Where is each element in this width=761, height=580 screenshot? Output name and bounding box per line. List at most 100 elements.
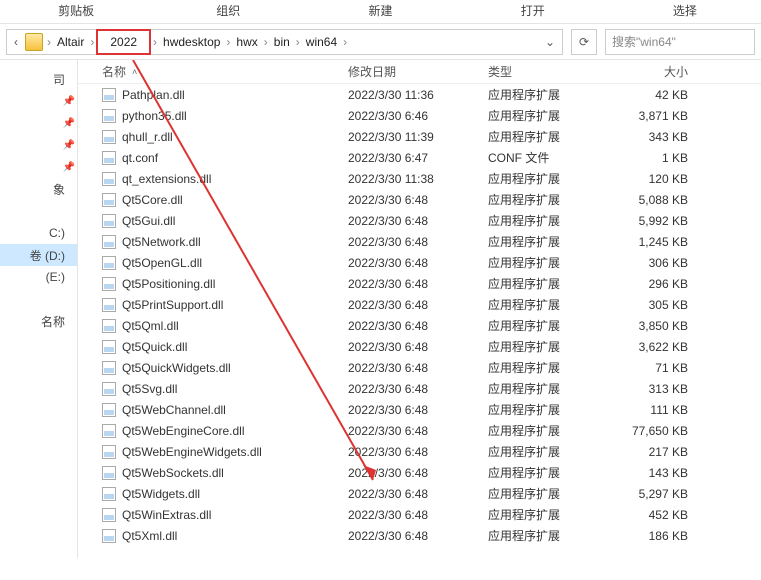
breadcrumb[interactable]: hwdesktop [159,35,224,49]
file-name: Qt5Network.dll [122,235,201,249]
table-row[interactable]: Qt5Quick.dll 2022/3/30 6:48 应用程序扩展 3,622… [78,336,761,357]
chevron-right-icon: › [151,35,159,49]
table-row[interactable]: qt.conf 2022/3/30 6:47 CONF 文件 1 KB [78,147,761,168]
file-date: 2022/3/30 11:38 [348,172,488,186]
col-type-header[interactable]: 类型 [488,63,608,80]
breadcrumb[interactable]: hwx [232,35,261,49]
nav-pane[interactable]: 司📌📌📌📌象C:)卷 (D:)(E:)名称 [0,60,78,558]
refresh-icon: ⟳ [579,35,589,49]
table-row[interactable]: Qt5Core.dll 2022/3/30 6:48 应用程序扩展 5,088 … [78,189,761,210]
col-name-header[interactable]: 名称 [102,63,126,80]
table-row[interactable]: qt_extensions.dll 2022/3/30 11:38 应用程序扩展… [78,168,761,189]
table-row[interactable]: Qt5Positioning.dll 2022/3/30 6:48 应用程序扩展… [78,273,761,294]
ribbon-tabs: 剪贴板组织新建打开选择 [0,0,761,24]
file-icon [102,529,116,543]
table-row[interactable]: Qt5Svg.dll 2022/3/30 6:48 应用程序扩展 313 KB [78,378,761,399]
file-type: 应用程序扩展 [488,275,608,292]
ribbon-tab[interactable]: 选择 [609,0,761,23]
file-date: 2022/3/30 6:48 [348,361,488,375]
nav-item[interactable]: (E:) [0,266,77,288]
file-size: 1 KB [608,151,708,165]
file-icon [102,508,116,522]
table-row[interactable]: Qt5Gui.dll 2022/3/30 6:48 应用程序扩展 5,992 K… [78,210,761,231]
table-row[interactable]: python35.dll 2022/3/30 6:46 应用程序扩展 3,871… [78,105,761,126]
table-row[interactable]: Qt5WebSockets.dll 2022/3/30 6:48 应用程序扩展 … [78,462,761,483]
file-type: 应用程序扩展 [488,191,608,208]
table-row[interactable]: Qt5QuickWidgets.dll 2022/3/30 6:48 应用程序扩… [78,357,761,378]
file-type: 应用程序扩展 [488,401,608,418]
file-icon [102,487,116,501]
file-icon [102,424,116,438]
file-type: 应用程序扩展 [488,443,608,460]
file-date: 2022/3/30 6:48 [348,193,488,207]
file-date: 2022/3/30 6:48 [348,487,488,501]
file-size: 296 KB [608,277,708,291]
table-row[interactable]: Qt5OpenGL.dll 2022/3/30 6:48 应用程序扩展 306 … [78,252,761,273]
table-row[interactable]: Qt5WebEngineWidgets.dll 2022/3/30 6:48 应… [78,441,761,462]
column-headers[interactable]: 名称 ˄ 修改日期 类型 大小 [78,60,761,84]
file-name: Qt5WebEngineCore.dll [122,424,245,438]
file-icon [102,277,116,291]
search-placeholder: 搜索"win64" [612,33,676,50]
file-type: 应用程序扩展 [488,464,608,481]
ribbon-tab[interactable]: 剪贴板 [0,0,152,23]
file-name: qhull_r.dll [122,130,173,144]
nav-item[interactable]: 📌 [0,156,77,178]
ribbon-tab[interactable]: 组织 [152,0,304,23]
file-name: Qt5PrintSupport.dll [122,298,223,312]
nav-item[interactable]: 📌 [0,134,77,156]
file-name: Qt5Svg.dll [122,382,177,396]
file-type: 应用程序扩展 [488,338,608,355]
sort-caret-icon: ˄ [132,67,137,77]
file-size: 305 KB [608,298,708,312]
file-name: qt_extensions.dll [122,172,211,186]
ribbon-tab[interactable]: 打开 [457,0,609,23]
nav-item[interactable] [0,200,77,222]
file-size: 1,245 KB [608,235,708,249]
table-row[interactable]: Qt5Network.dll 2022/3/30 6:48 应用程序扩展 1,2… [78,231,761,252]
refresh-button[interactable]: ⟳ [571,29,597,55]
nav-item[interactable]: C:) [0,222,77,244]
nav-item[interactable]: 名称 [0,310,77,332]
table-row[interactable]: Qt5WebEngineCore.dll 2022/3/30 6:48 应用程序… [78,420,761,441]
nav-item[interactable]: 卷 (D:) [0,244,77,266]
nav-item[interactable]: 📌 [0,90,77,112]
chevron-down-icon[interactable]: ⌄ [540,35,560,49]
nav-item[interactable]: 象 [0,178,77,200]
chevron-right-icon: › [45,35,53,49]
table-row[interactable]: Qt5Qml.dll 2022/3/30 6:48 应用程序扩展 3,850 K… [78,315,761,336]
table-row[interactable]: Qt5Xml.dll 2022/3/30 6:48 应用程序扩展 186 KB [78,525,761,546]
table-row[interactable]: Qt5WinExtras.dll 2022/3/30 6:48 应用程序扩展 4… [78,504,761,525]
file-size: 306 KB [608,256,708,270]
col-size-header[interactable]: 大小 [608,63,708,80]
table-row[interactable]: qhull_r.dll 2022/3/30 11:39 应用程序扩展 343 K… [78,126,761,147]
nav-item[interactable] [0,288,77,310]
file-name: Qt5OpenGL.dll [122,256,202,270]
file-size: 452 KB [608,508,708,522]
file-name: Qt5Quick.dll [122,340,187,354]
table-row[interactable]: Pathplan.dll 2022/3/30 11:36 应用程序扩展 42 K… [78,84,761,105]
file-name: Qt5WebSockets.dll [122,466,224,480]
breadcrumb[interactable]: win64 [302,35,341,49]
file-date: 2022/3/30 6:48 [348,466,488,480]
breadcrumb[interactable]: bin [270,35,294,49]
breadcrumb[interactable]: Altair [53,35,88,49]
table-row[interactable]: Qt5WebChannel.dll 2022/3/30 6:48 应用程序扩展 … [78,399,761,420]
file-type: 应用程序扩展 [488,296,608,313]
search-input[interactable]: 搜索"win64" [605,29,755,55]
col-date-header[interactable]: 修改日期 [348,63,488,80]
chevron-right-icon: › [341,35,349,49]
file-date: 2022/3/30 6:48 [348,382,488,396]
address-bar[interactable]: ‹ › Altair›2022›hwdesktop›hwx›bin›win64›… [6,29,563,55]
table-row[interactable]: Qt5Widgets.dll 2022/3/30 6:48 应用程序扩展 5,2… [78,483,761,504]
nav-item[interactable]: 📌 [0,112,77,134]
breadcrumb[interactable]: 2022 [96,29,151,55]
nav-item[interactable]: 司 [0,68,77,90]
file-type: 应用程序扩展 [488,170,608,187]
file-icon [102,466,116,480]
nav-left-icon[interactable]: ‹ [9,35,23,49]
file-icon [102,88,116,102]
file-name: Qt5Xml.dll [122,529,177,543]
table-row[interactable]: Qt5PrintSupport.dll 2022/3/30 6:48 应用程序扩… [78,294,761,315]
ribbon-tab[interactable]: 新建 [304,0,456,23]
